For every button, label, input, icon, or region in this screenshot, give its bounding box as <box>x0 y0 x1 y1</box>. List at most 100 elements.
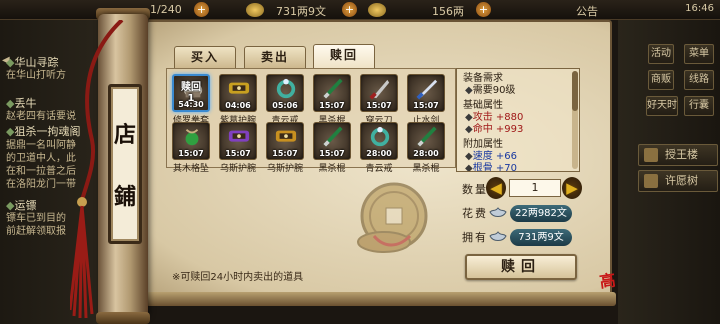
item-name: 黑杀棍 <box>412 164 440 174</box>
wish-tree-label: 许愿树 <box>665 174 698 187</box>
quest-text: 据鼎一名叫阿静 <box>6 140 76 151</box>
add-gold-button[interactable]: + <box>476 2 491 17</box>
menu-button[interactable]: 菜单 <box>684 44 714 64</box>
bone-stat: ◆根骨 +70 <box>465 163 517 172</box>
accuracy-stat: ◆命中 +993 <box>465 124 524 135</box>
item-name: 黑杀棍 <box>318 164 346 174</box>
item-slot[interactable]: 15:07 <box>172 122 210 160</box>
quest-text: 丢牛 <box>14 97 37 110</box>
quest-text: 华山寻踪 <box>14 56 59 69</box>
item-timer: 15:07 <box>272 149 298 158</box>
item-slot[interactable]: 15:07 <box>219 122 257 160</box>
item-slot[interactable]: 15:07 <box>266 122 304 160</box>
blade-icon <box>369 79 390 100</box>
quantity-input[interactable]: 1 <box>509 179 561 197</box>
vendor-button[interactable]: 商贩 <box>648 70 674 90</box>
item-slot[interactable]: 54:30 赎回 1 <box>172 74 210 112</box>
watermark-logo: 高 <box>598 270 617 292</box>
bone-stat-text: 根骨 +70 <box>472 163 517 172</box>
item-timer: 15:07 <box>225 149 251 158</box>
owned-value: 731两9文 <box>510 229 572 246</box>
details-scroll-thumb[interactable] <box>572 71 578 111</box>
tree-icon <box>644 174 658 188</box>
item-details-box[interactable]: 装备需求 ◆需要90级 基础属性 ◆攻击 +880 ◆命中 +993 附加属性 … <box>456 68 580 172</box>
silver-ingot-icon <box>489 231 507 241</box>
stamina-counter: 1/240 <box>150 3 182 16</box>
pendant-icon <box>185 128 199 146</box>
item-timer: 15:07 <box>178 149 204 158</box>
activity-button[interactable]: 活动 <box>648 44 674 64</box>
item-slot[interactable]: 05:06 <box>266 74 304 112</box>
silver-coin-icon <box>246 3 264 17</box>
redeem-count-badge: 赎回 1 <box>181 82 201 104</box>
bracer-icon <box>228 82 250 94</box>
shop-sign-char-2: 鋪 <box>113 184 136 210</box>
good-time-button[interactable]: 好天时 <box>646 96 678 116</box>
bag-button[interactable]: 行囊 <box>684 96 714 116</box>
item-slot[interactable]: 15:07 <box>313 74 351 112</box>
tower-label: 授王楼 <box>665 148 698 161</box>
requirement-level-text: 需要90级 <box>472 85 516 96</box>
announcement-button[interactable]: 公告 <box>576 3 598 19</box>
scroll-bottom-rod <box>146 292 616 306</box>
decrease-quantity-button[interactable]: ◀ <box>486 177 506 199</box>
coin-stack-icon <box>357 182 428 253</box>
staff-icon <box>323 126 343 147</box>
staff-icon <box>417 126 437 147</box>
clock: 16:46 <box>685 3 714 14</box>
item-timer: 28:00 <box>413 149 439 158</box>
add-silver-button[interactable]: + <box>342 2 357 17</box>
item-timer: 15:07 <box>319 101 345 110</box>
quest-title[interactable]: ◆丢牛 <box>6 97 106 110</box>
quest-title[interactable]: ◆狙杀一拘魂阁 <box>6 125 106 138</box>
item-timer: 15:07 <box>319 149 345 158</box>
tower-button[interactable]: 授王楼 <box>638 144 718 166</box>
tab-buy[interactable]: 买入 <box>174 46 236 68</box>
requirement-title: 装备需求 <box>463 73 503 84</box>
item-name: 其木格坠 <box>172 164 209 174</box>
item-slot[interactable]: 28:00 <box>360 122 398 160</box>
item-slot[interactable]: 04:06 <box>219 74 257 112</box>
redeem-button[interactable]: 赎回 <box>465 254 577 280</box>
route-button[interactable]: 线路 <box>684 70 714 90</box>
tab-redeem[interactable]: 赎回 <box>313 44 375 68</box>
quest-description: 镖车已到目的 <box>6 212 106 225</box>
wish-tree-button[interactable]: 许愿树 <box>638 170 718 192</box>
item-name: 乌斯护腕 <box>219 164 256 174</box>
speed-stat-text: 速度 +66 <box>472 151 517 162</box>
item-slot[interactable]: 28:00 <box>407 122 445 160</box>
quest-title[interactable]: ◆华山寻踪 <box>6 56 106 69</box>
item-timer: 05:06 <box>272 101 298 110</box>
gold-amount: 156两 <box>432 5 464 18</box>
bracer-icon <box>275 130 297 142</box>
staff-icon <box>323 78 343 99</box>
silver-ingot-icon <box>489 207 507 217</box>
item-timer: 28:00 <box>366 149 392 158</box>
quest-text: 运镖 <box>14 199 37 212</box>
ring-icon <box>370 126 390 147</box>
quest-title[interactable]: ◆运镖 <box>6 199 106 212</box>
tab-sell[interactable]: 卖出 <box>244 46 306 68</box>
item-slot[interactable]: 15:07 <box>313 122 351 160</box>
base-attr-title: 基础属性 <box>463 100 503 111</box>
cost-label: 花费 <box>462 207 488 220</box>
item-slot[interactable]: 15:07 <box>360 74 398 112</box>
ring-icon <box>276 78 296 99</box>
accuracy-stat-text: 命中 +993 <box>472 124 524 135</box>
increase-quantity-button[interactable]: ▶ <box>562 177 582 199</box>
quest-description: 赵老四有话要说 <box>6 110 106 123</box>
item-name: 青云戒 <box>365 164 393 174</box>
attack-stat-text: 攻击 +880 <box>472 112 524 123</box>
quantity-label: 数量 <box>462 183 488 196</box>
item-slot[interactable]: 15:07 <box>407 74 445 112</box>
attack-stat: ◆攻击 +880 <box>465 112 524 123</box>
quest-text: 赵老四有话要说 <box>6 111 76 122</box>
quest-description: 在和一拉普之后 <box>6 165 106 178</box>
quest-text: 镖车已到目的 <box>6 213 66 224</box>
gold-ingot-icon <box>368 3 386 17</box>
quest-description: 在华山打听方 <box>6 69 106 82</box>
item-timer: 04:06 <box>225 101 251 110</box>
quest-text: 在华山打听方 <box>6 70 66 81</box>
add-stamina-button[interactable]: + <box>194 2 209 17</box>
silver-amount: 731两9文 <box>276 5 326 18</box>
